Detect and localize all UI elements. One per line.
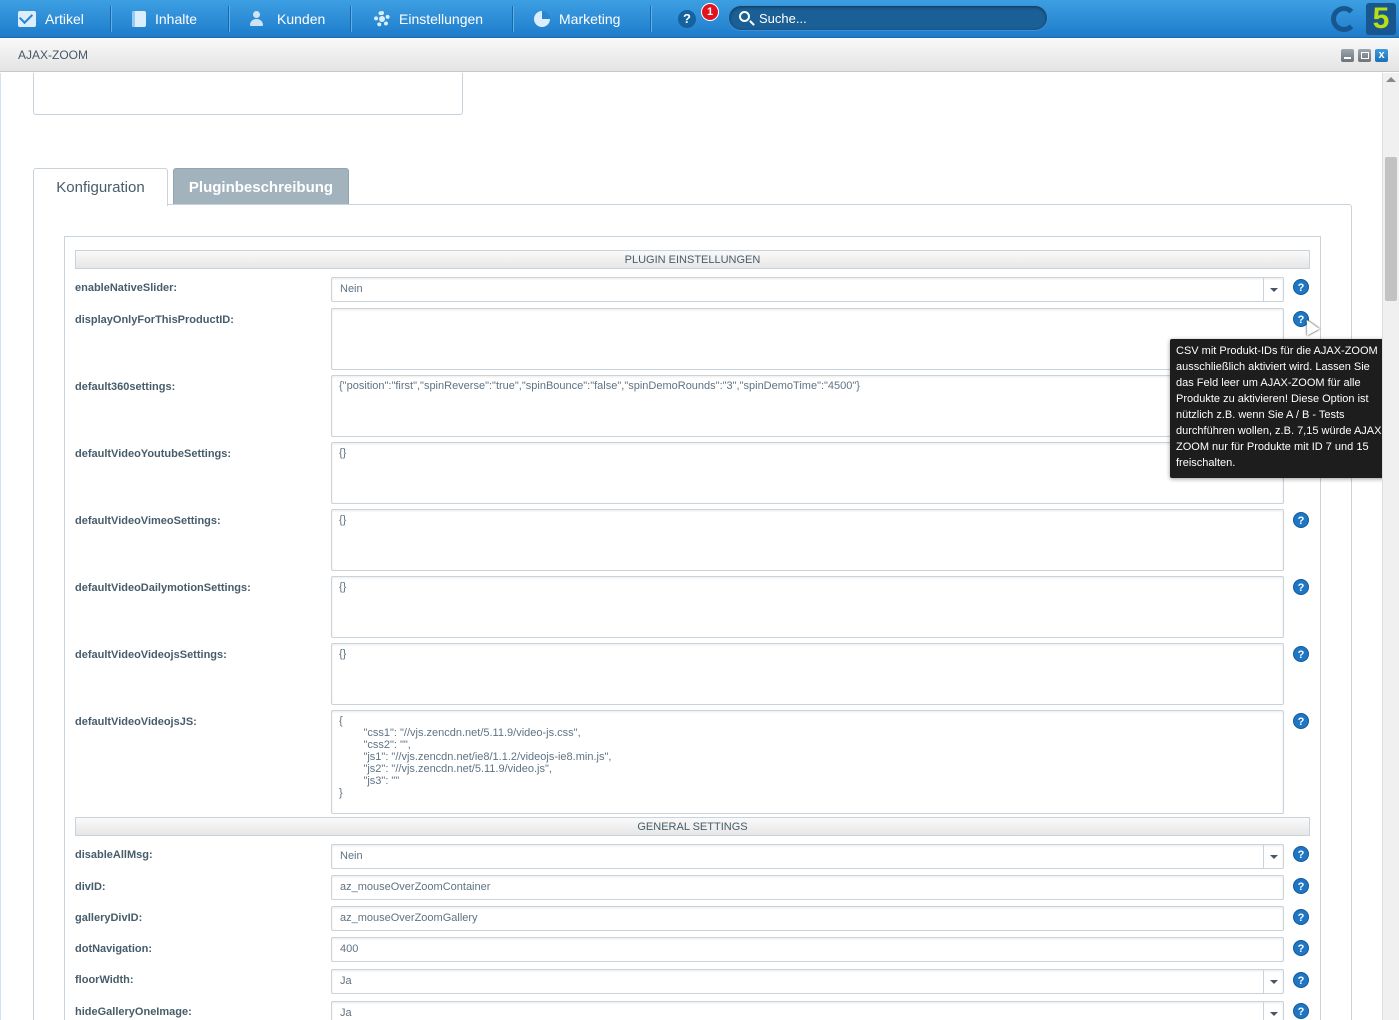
display-only-product-id-textarea[interactable] bbox=[331, 308, 1284, 370]
field-label: hideGalleryOneImage: bbox=[75, 1006, 192, 1018]
nav-marketing-label: Marketing bbox=[559, 11, 621, 27]
dot-navigation-input[interactable]: 400 bbox=[331, 937, 1284, 962]
chevron-down-icon[interactable] bbox=[1263, 1002, 1283, 1020]
close-icon[interactable]: x bbox=[1375, 49, 1388, 62]
search-input[interactable] bbox=[759, 8, 1039, 28]
help-icon[interactable]: ? bbox=[1293, 579, 1309, 595]
search-icon bbox=[739, 11, 750, 22]
chevron-down-icon[interactable] bbox=[1263, 845, 1283, 868]
nav-einstellungen[interactable]: Einstellungen bbox=[374, 0, 483, 38]
tab-konfiguration[interactable]: Konfiguration bbox=[33, 168, 168, 206]
scrollbar-thumb[interactable] bbox=[1385, 157, 1397, 301]
nav-divider bbox=[350, 6, 351, 32]
nav-divider bbox=[110, 6, 111, 32]
field-label: galleryDivID: bbox=[75, 912, 143, 924]
refresh-logo-icon[interactable] bbox=[1331, 6, 1357, 32]
nav-divider bbox=[228, 6, 229, 32]
previous-panel bbox=[33, 73, 463, 115]
select-value: Nein bbox=[340, 850, 363, 862]
help-icon[interactable]: ? bbox=[1293, 940, 1309, 956]
search-box[interactable] bbox=[728, 5, 1048, 31]
disable-all-msg-select[interactable]: Nein bbox=[331, 844, 1284, 869]
field-label: defaultVideoYoutubeSettings: bbox=[75, 448, 232, 460]
field-label: default360settings: bbox=[75, 381, 176, 393]
help-icon[interactable]: ? bbox=[1293, 972, 1309, 988]
help-icon[interactable]: ? bbox=[1293, 512, 1309, 528]
nav-artikel-label: Artikel bbox=[45, 11, 84, 27]
book-icon bbox=[132, 11, 146, 27]
help-icon[interactable]: ? bbox=[678, 10, 696, 28]
field-label: defaultVideoVideojsSettings: bbox=[75, 649, 227, 661]
field-label: disableAllMsg: bbox=[75, 849, 153, 861]
top-navigation-bar: Artikel Inhalte Kunden Einstellungen Mar… bbox=[0, 0, 1399, 38]
nav-divider bbox=[512, 6, 513, 32]
videojs-settings-textarea[interactable]: {} bbox=[331, 643, 1284, 705]
floor-width-select[interactable]: Ja bbox=[331, 969, 1284, 994]
nav-inhalte-label: Inhalte bbox=[155, 11, 198, 27]
hide-gallery-one-image-select[interactable]: Ja bbox=[331, 1001, 1284, 1020]
field-label: divID: bbox=[75, 881, 106, 893]
window-title: AJAX-ZOOM bbox=[18, 48, 89, 62]
field-label: defaultVideoDailymotionSettings: bbox=[75, 582, 251, 594]
nav-kunden[interactable]: Kunden bbox=[250, 0, 325, 38]
config-form: PLUGIN EINSTELLUNGEN enableNativeSlider:… bbox=[64, 236, 1321, 1020]
nav-inhalte[interactable]: Inhalte bbox=[132, 0, 197, 38]
mail-icon bbox=[18, 11, 36, 27]
chevron-down-icon[interactable] bbox=[1263, 970, 1283, 993]
users-icon bbox=[250, 11, 268, 27]
field-label: defaultVideoVideojsJS: bbox=[75, 716, 197, 728]
nav-artikel[interactable]: Artikel bbox=[18, 0, 84, 38]
section-header-general: GENERAL SETTINGS bbox=[75, 817, 1310, 836]
field-label: floorWidth: bbox=[75, 974, 134, 986]
field-label: defaultVideoVimeoSettings: bbox=[75, 515, 221, 527]
minimize-icon[interactable] bbox=[1341, 49, 1354, 62]
select-value: Nein bbox=[340, 283, 363, 295]
select-value: Ja bbox=[340, 1007, 352, 1019]
config-panel: PLUGIN EINSTELLUNGEN enableNativeSlider:… bbox=[33, 204, 1352, 1020]
notification-badge[interactable]: 1 bbox=[701, 3, 719, 21]
window-title-bar: AJAX-ZOOM x bbox=[0, 39, 1399, 72]
dailymotion-settings-textarea[interactable]: {} bbox=[331, 576, 1284, 638]
help-icon[interactable]: ? bbox=[1293, 846, 1309, 862]
videojs-js-textarea[interactable]: { "css1": "//vjs.zencdn.net/5.11.9/video… bbox=[331, 710, 1284, 814]
default-360-settings-textarea[interactable]: {"position":"first","spinReverse":"true"… bbox=[331, 375, 1284, 437]
nav-marketing[interactable]: Marketing bbox=[534, 0, 620, 38]
shopware-logo[interactable]: 5 bbox=[1366, 3, 1396, 35]
div-id-input[interactable]: az_mouseOverZoomContainer bbox=[331, 875, 1284, 900]
enable-native-slider-select[interactable]: Nein bbox=[331, 277, 1284, 302]
gallery-div-id-input[interactable]: az_mouseOverZoomGallery bbox=[331, 906, 1284, 931]
field-label: displayOnlyForThisProductID: bbox=[75, 314, 234, 326]
help-icon[interactable]: ? bbox=[1293, 1003, 1309, 1019]
help-tooltip: CSV mit Produkt-IDs für die AJAX-ZOOM au… bbox=[1170, 339, 1395, 478]
nav-kunden-label: Kunden bbox=[277, 11, 326, 27]
vertical-scrollbar[interactable] bbox=[1382, 73, 1399, 1020]
field-label: enableNativeSlider: bbox=[75, 282, 178, 294]
window-content: Konfiguration Pluginbeschreibung PLUGIN … bbox=[0, 73, 1382, 1020]
help-icon[interactable]: ? bbox=[1293, 909, 1309, 925]
nav-divider bbox=[650, 6, 651, 32]
select-value: Ja bbox=[340, 975, 352, 987]
section-header-plugin: PLUGIN EINSTELLUNGEN bbox=[75, 250, 1310, 269]
help-icon[interactable]: ? bbox=[1293, 713, 1309, 729]
scroll-up-arrow-icon[interactable] bbox=[1386, 77, 1396, 82]
youtube-settings-textarea[interactable]: {} bbox=[331, 442, 1284, 504]
tab-pluginbeschreibung[interactable]: Pluginbeschreibung bbox=[173, 168, 349, 205]
chevron-down-icon[interactable] bbox=[1263, 278, 1283, 301]
gear-icon bbox=[374, 11, 390, 27]
vimeo-settings-textarea[interactable]: {} bbox=[331, 509, 1284, 571]
maximize-icon[interactable] bbox=[1358, 49, 1371, 62]
nav-einstellungen-label: Einstellungen bbox=[399, 11, 484, 27]
help-icon[interactable]: ? bbox=[1293, 878, 1309, 894]
help-icon[interactable]: ? bbox=[1293, 646, 1309, 662]
field-label: dotNavigation: bbox=[75, 943, 152, 955]
help-icon[interactable]: ? bbox=[1293, 279, 1309, 295]
pie-chart-icon bbox=[534, 11, 550, 27]
